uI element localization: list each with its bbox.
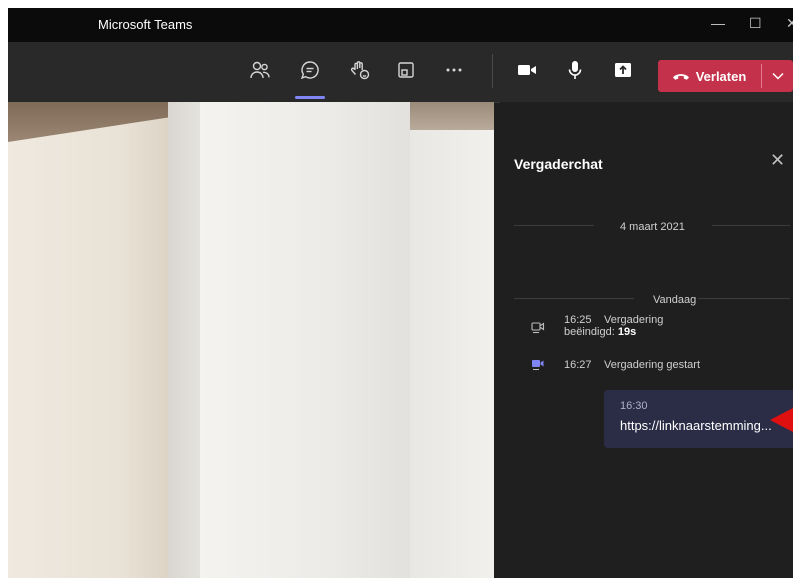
participant-video <box>8 102 494 578</box>
breakout-rooms-icon <box>398 62 414 78</box>
share-button[interactable] <box>609 56 637 84</box>
hang-up-icon <box>672 74 689 80</box>
meeting-started-icon <box>532 360 544 370</box>
leave-button[interactable]: Verlaten <box>658 60 760 92</box>
more-icon <box>446 68 462 72</box>
ceiling-right <box>410 102 494 130</box>
wall-left <box>8 102 168 578</box>
microphone-button[interactable] <box>561 56 589 84</box>
pillar <box>200 102 410 578</box>
close-chat-button[interactable]: ✕ <box>770 150 785 171</box>
chat-button[interactable] <box>296 56 324 84</box>
chat-title: Vergaderchat <box>514 156 603 172</box>
share-icon <box>615 63 631 77</box>
message-link[interactable]: https://linknaarstemming... <box>620 418 772 433</box>
meeting-started-icon-wrap <box>530 356 546 377</box>
pillar-shadow <box>168 102 200 578</box>
leave-label: Verlaten <box>695 68 747 84</box>
meeting-ended-icon-wrap <box>530 319 546 340</box>
event-text: Vergadering <box>604 314 664 326</box>
divider <box>712 225 790 226</box>
teams-window: Microsoft Teams — ☐ ✕ Verlaten Vergaderc… <box>8 8 793 578</box>
event-time: 16:25 <box>564 314 592 326</box>
chevron-down-icon <box>772 72 784 80</box>
reactions-button[interactable] <box>346 56 374 84</box>
event-text: Vergadering gestart <box>604 359 701 371</box>
event-time: 16:27 <box>564 359 592 371</box>
date-separator: 4 maart 2021 <box>620 221 685 233</box>
leave-options-button[interactable] <box>766 60 790 92</box>
breakout-rooms-button[interactable] <box>392 56 420 84</box>
people-icon <box>250 61 270 79</box>
meeting-ended-icon <box>531 322 545 334</box>
people-button[interactable] <box>246 56 274 84</box>
title-bar: Microsoft Teams — ☐ ✕ <box>8 8 793 42</box>
more-actions-button[interactable] <box>440 56 468 84</box>
microphone-icon <box>568 61 582 79</box>
raise-hand-icon <box>350 61 370 80</box>
chat-message[interactable]: 16:30 https://linknaarstemming... <box>604 390 793 448</box>
divider <box>514 298 634 299</box>
divider <box>514 225 594 226</box>
wall-right <box>410 130 494 578</box>
maximize-button[interactable]: ☐ <box>749 15 762 32</box>
leave-divider <box>761 64 762 88</box>
minimize-button[interactable]: — <box>711 15 725 31</box>
divider <box>698 298 790 299</box>
active-tab-indicator <box>295 96 325 99</box>
camera-icon <box>518 65 536 75</box>
event-duration-label: beëindigd: <box>564 326 615 338</box>
close-window-button[interactable]: ✕ <box>786 15 793 32</box>
arrow-left-icon <box>770 408 793 432</box>
annotation-arrow <box>770 408 793 437</box>
app-title: Microsoft Teams <box>98 17 193 32</box>
meeting-toolbar: Verlaten <box>8 42 793 103</box>
toolbar-separator <box>492 54 493 88</box>
chat-icon <box>300 61 319 80</box>
leave-button-group: Verlaten <box>658 60 793 92</box>
meeting-chat-panel: Vergaderchat ✕ 4 maart 2021 Vandaag 16:2… <box>500 102 793 578</box>
event-duration: 19s <box>617 326 637 338</box>
camera-button[interactable] <box>513 56 541 84</box>
event-text-line2: beëindigd: 19s <box>564 326 636 338</box>
message-time: 16:30 <box>620 400 648 412</box>
today-separator: Vandaag <box>653 294 697 306</box>
